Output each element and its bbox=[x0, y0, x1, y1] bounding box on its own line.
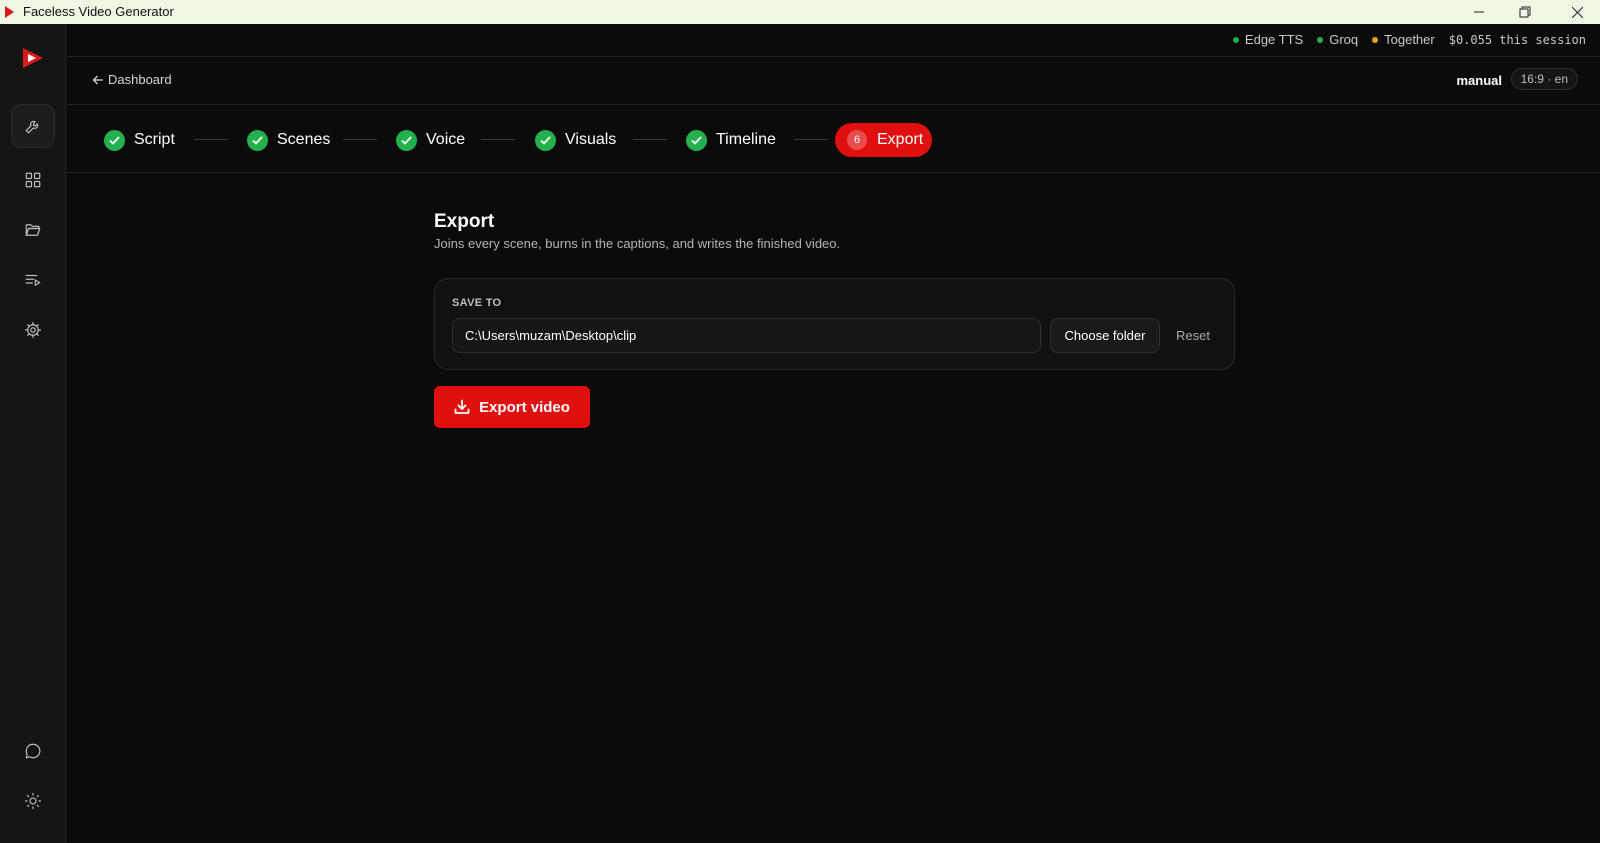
step-label: Export bbox=[877, 131, 924, 148]
provider-status-edge-tts: Edge TTS bbox=[1232, 32, 1304, 47]
step-connector bbox=[481, 139, 515, 140]
sidebar-item-dashboard[interactable] bbox=[11, 158, 55, 202]
restore-button[interactable] bbox=[1502, 0, 1548, 24]
sidebar-item-queue[interactable] bbox=[11, 258, 55, 302]
step-label: Voice bbox=[426, 131, 466, 148]
session-cost: $0.055 this session bbox=[1448, 32, 1586, 47]
export-video-button[interactable]: Export video bbox=[434, 386, 590, 428]
minimize-button[interactable] bbox=[1456, 0, 1502, 24]
step-visuals[interactable]: Visuals bbox=[535, 123, 616, 157]
gear-icon bbox=[24, 321, 42, 339]
back-to-dashboard-link[interactable]: Dashboard bbox=[92, 72, 172, 87]
provider-status-groq: Groq bbox=[1317, 32, 1358, 47]
save-to-label: SAVE TO bbox=[452, 297, 502, 309]
step-label: Scenes bbox=[277, 131, 331, 148]
folder-icon bbox=[25, 224, 41, 236]
sidebar-item-projects[interactable] bbox=[11, 208, 55, 252]
mode-label: manual bbox=[1456, 73, 1502, 88]
arrow-left-icon bbox=[92, 75, 103, 84]
app-logo bbox=[23, 48, 43, 68]
step-timeline[interactable]: Timeline bbox=[686, 123, 776, 157]
check-icon bbox=[247, 129, 268, 151]
status-dot-icon bbox=[1317, 36, 1324, 43]
provider-status-together: Together bbox=[1372, 32, 1435, 47]
step-script[interactable]: Script bbox=[104, 123, 175, 157]
chat-icon bbox=[25, 743, 41, 759]
page-header: Dashboard manual 16:9 · en bbox=[66, 57, 1600, 105]
app-logo-icon bbox=[5, 6, 14, 18]
status-dot-icon bbox=[1372, 36, 1379, 43]
page-subtitle: Joins every scene, burns in the captions… bbox=[434, 236, 841, 251]
save-location-card: SAVE TO Choose folder Reset bbox=[434, 278, 1235, 370]
provider-label: Edge TTS bbox=[1244, 32, 1304, 47]
sun-icon bbox=[24, 792, 42, 810]
sidebar-item-tools[interactable] bbox=[11, 104, 55, 148]
status-bar: Edge TTS Groq Together $0.055 this sessi… bbox=[66, 24, 1600, 57]
step-export[interactable]: 6 Export bbox=[835, 123, 932, 157]
sidebar-item-settings[interactable] bbox=[11, 308, 55, 352]
check-icon bbox=[535, 129, 556, 151]
playlist-icon bbox=[25, 274, 41, 286]
sidebar-item-theme[interactable] bbox=[11, 779, 55, 823]
close-button[interactable] bbox=[1554, 0, 1600, 24]
step-connector bbox=[343, 139, 377, 140]
sidebar-item-feedback[interactable] bbox=[11, 729, 55, 773]
step-connector bbox=[794, 139, 828, 140]
aspect-language-badge: 16:9 · en bbox=[1510, 68, 1578, 90]
status-dot-icon bbox=[1232, 36, 1239, 43]
check-icon bbox=[396, 129, 417, 151]
download-icon bbox=[454, 399, 470, 414]
window-titlebar: Faceless Video Generator bbox=[0, 0, 1600, 24]
step-number-badge: 6 bbox=[847, 130, 867, 150]
step-connector bbox=[633, 139, 667, 140]
back-link-label: Dashboard bbox=[108, 72, 172, 87]
check-icon bbox=[104, 129, 125, 151]
sidebar bbox=[0, 24, 66, 843]
page-title: Export bbox=[434, 211, 495, 232]
provider-label: Together bbox=[1384, 32, 1435, 47]
step-scenes[interactable]: Scenes bbox=[247, 123, 330, 157]
step-label: Timeline bbox=[716, 131, 776, 148]
restore-icon bbox=[1519, 6, 1531, 18]
grid-icon bbox=[25, 172, 41, 188]
step-label: Visuals bbox=[565, 131, 617, 148]
window-title: Faceless Video Generator bbox=[23, 4, 174, 19]
export-button-label: Export video bbox=[479, 398, 570, 416]
minimize-icon bbox=[1474, 11, 1484, 13]
save-path-input[interactable] bbox=[452, 318, 1041, 353]
reset-button[interactable]: Reset bbox=[1168, 318, 1218, 353]
check-icon bbox=[686, 129, 707, 151]
pipeline-stepper: Script Scenes Voice Visuals Timeline 6 E… bbox=[66, 105, 1600, 173]
step-label: Script bbox=[134, 131, 175, 148]
wrench-icon bbox=[25, 120, 39, 134]
choose-folder-button[interactable]: Choose folder bbox=[1050, 318, 1160, 353]
provider-label: Groq bbox=[1329, 32, 1359, 47]
close-icon bbox=[1571, 6, 1583, 18]
step-voice[interactable]: Voice bbox=[396, 123, 465, 157]
step-connector bbox=[194, 139, 228, 140]
